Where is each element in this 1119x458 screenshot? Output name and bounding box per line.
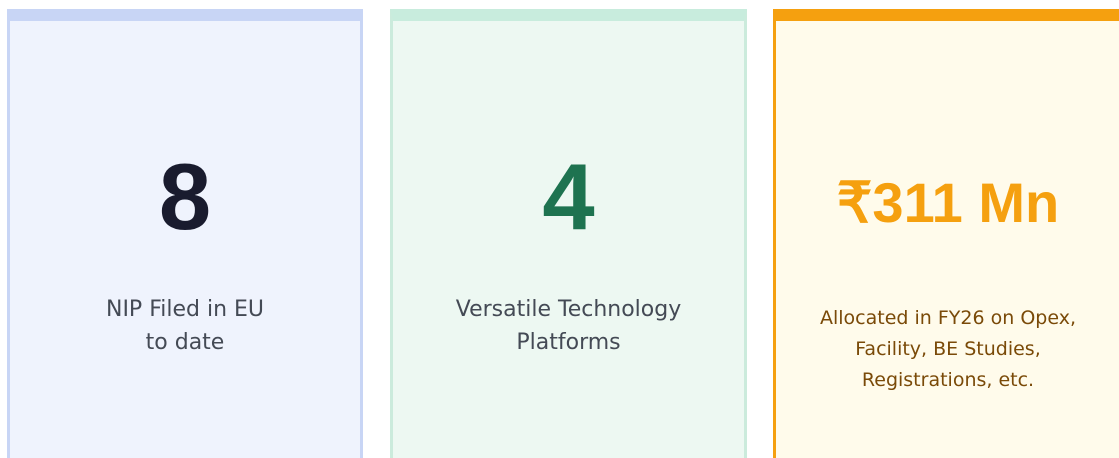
stat-caption-line: Allocated in FY26 on Opex, — [820, 307, 1076, 329]
stat-card-nip-filed: 8 NIP Filed in EU to date — [7, 9, 363, 458]
stat-caption: NIP Filed in EU to date — [10, 293, 360, 359]
stat-caption: Allocated in FY26 on Opex, Facility, BE … — [776, 303, 1119, 396]
stat-caption-line: Platforms — [516, 330, 621, 355]
stat-caption: Versatile Technology Platforms — [393, 293, 744, 359]
stat-caption-line: Facility, BE Studies, — [855, 338, 1041, 360]
stat-value: ₹311 Mn — [836, 171, 1060, 234]
stat-caption-line: Versatile Technology — [455, 297, 682, 322]
stat-card-allocation: ₹311 Mn Allocated in FY26 on Opex, Facil… — [773, 9, 1119, 458]
stat-value: 4 — [542, 144, 595, 249]
stat-card-technology-platforms: 4 Versatile Technology Platforms — [390, 9, 747, 458]
stat-value: 8 — [158, 144, 212, 249]
stat-caption-line: Registrations, etc. — [861, 369, 1035, 391]
stat-caption-line: to date — [145, 330, 225, 355]
stat-caption-line: NIP Filed in EU — [105, 297, 265, 322]
